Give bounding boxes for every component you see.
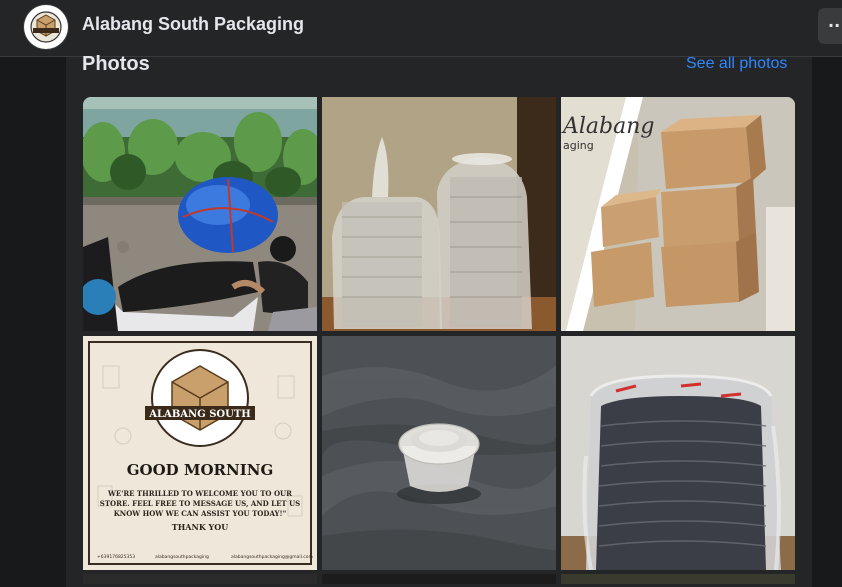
photo-tile-good-morning-post[interactable]: ALABANG SOUTH GOOD MORNING WE'RE THRILLE… xyxy=(83,336,317,570)
poster-footer-phone: +639176825353 xyxy=(97,554,135,560)
sauce-cup-photo xyxy=(322,336,556,570)
page-avatar[interactable] xyxy=(24,5,68,49)
photo-tile-stacked-containers[interactable] xyxy=(561,336,795,570)
photo-tile-kraft-boxes[interactable]: Alabang aging xyxy=(561,97,795,331)
poster-message-line-3: KNOW HOW WE CAN ASSIST YOU TODAY!" xyxy=(114,509,287,518)
more-options-button[interactable]: ·· xyxy=(818,8,842,44)
plastic-cups-photo xyxy=(322,97,556,331)
top-bar: Alabang South Packaging ·· xyxy=(0,0,842,57)
poster-footer-email: alabangsouthpackaging@gmail.com xyxy=(231,554,313,560)
box-brand-subtext: aging xyxy=(563,139,594,152)
brand-logo-icon xyxy=(25,6,67,48)
poster-brand-name: ALABANG SOUTH xyxy=(148,409,250,420)
photos-heading: Photos xyxy=(82,53,150,75)
kraft-boxes-photo: Alabang aging xyxy=(561,97,795,331)
poster-greeting: GOOD MORNING xyxy=(127,461,274,479)
poster-thanks: THANK YOU xyxy=(172,522,228,532)
stacked-containers-photo xyxy=(561,336,795,570)
left-gutter xyxy=(0,57,66,576)
poster-message-line-2: STORE. FEEL FREE TO MESSAGE US, AND LET … xyxy=(100,499,300,508)
good-morning-poster: ALABANG SOUTH GOOD MORNING WE'RE THRILLE… xyxy=(83,336,317,570)
photo-tile-sauce-cup[interactable] xyxy=(322,336,556,570)
photo-tile-plastic-cups[interactable] xyxy=(322,97,556,331)
box-brand-text: Alabang xyxy=(561,114,655,139)
photo-tile-motorcycle-delivery[interactable] xyxy=(83,97,317,331)
page-name[interactable]: Alabang South Packaging xyxy=(82,14,304,35)
poster-footer-web: alabangsouthpackaging xyxy=(155,554,209,560)
more-options-icon: ·· xyxy=(828,16,841,35)
see-all-photos-link[interactable]: See all photos xyxy=(686,55,787,73)
motorcycle-delivery-photo xyxy=(83,97,317,331)
poster-message-line-1: WE'RE THRILLED TO WELCOME YOU TO OUR xyxy=(107,489,292,498)
